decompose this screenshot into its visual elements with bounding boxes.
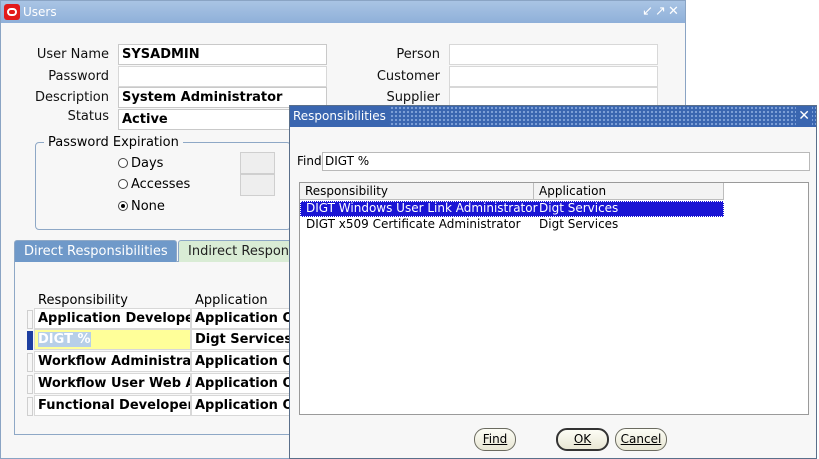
list-cell-application: Digt Services: [539, 217, 619, 231]
application-cell[interactable]: Application Ob: [191, 395, 301, 416]
minimize-icon[interactable]: ↙: [642, 1, 655, 23]
list-row-selected[interactable]: DIGT Windows User Link Administrator Dig…: [300, 201, 724, 217]
list-row[interactable]: DIGT x509 Certificate Administrator Digt…: [300, 217, 724, 233]
lov-title: Responsibilities: [290, 106, 389, 127]
user-name-label: User Name: [36, 47, 109, 62]
radio-days[interactable]: Days: [118, 156, 163, 171]
maximize-icon[interactable]: ↗: [655, 1, 668, 23]
person-label: Person: [396, 47, 440, 62]
radio-days-icon[interactable]: [118, 158, 128, 168]
password-field[interactable]: [118, 66, 327, 87]
list-cell-application: Digt Services: [539, 201, 619, 215]
radio-accesses[interactable]: Accesses: [118, 177, 190, 192]
row-indicator[interactable]: [27, 310, 33, 329]
password-label: Password: [48, 69, 109, 84]
list-cell-responsibility: DIGT Windows User Link Administrator: [306, 201, 538, 215]
window-controls: ↙↗✕: [642, 1, 681, 23]
users-title-bar[interactable]: Users ↙↗✕: [1, 1, 685, 23]
close-icon[interactable]: ✕: [796, 106, 812, 127]
radio-none-label: None: [131, 199, 165, 214]
responsibilities-lov-dialog: Responsibilities ✕ Find DIGT % Responsib…: [289, 105, 817, 459]
ok-button-label: OK: [573, 432, 592, 446]
ok-button[interactable]: OK: [556, 428, 609, 451]
days-input[interactable]: [240, 152, 275, 174]
radio-days-label: Days: [131, 156, 164, 171]
oracle-logo-icon: [4, 4, 20, 20]
application-cell[interactable]: Digt Services: [191, 329, 301, 350]
cancel-button-label: Cancel: [620, 432, 662, 446]
status-label: Status: [67, 109, 109, 124]
lov-title-bar[interactable]: Responsibilities ✕: [290, 106, 816, 127]
list-cell-responsibility: DIGT x509 Certificate Administrator: [306, 217, 521, 231]
find-button[interactable]: Find: [474, 428, 516, 451]
row-indicator[interactable]: [27, 397, 33, 416]
results-list[interactable]: Responsibility Application DIGT Windows …: [299, 182, 809, 415]
responsibility-cell-text: DIGT %: [38, 332, 91, 347]
row-indicator[interactable]: [27, 375, 33, 394]
responsibility-cell[interactable]: Functional Developer: [34, 395, 191, 416]
responsibility-cell[interactable]: Workflow User Web A: [34, 373, 191, 394]
radio-none[interactable]: None: [118, 199, 165, 214]
application-cell[interactable]: Application Ob: [191, 351, 301, 372]
supplier-label: Supplier: [386, 90, 440, 105]
row-indicator[interactable]: [27, 353, 33, 372]
customer-field[interactable]: [449, 66, 658, 87]
tab-direct-responsibilities[interactable]: Direct Responsibilities: [14, 240, 177, 262]
find-input[interactable]: DIGT %: [322, 152, 810, 171]
radio-accesses-label: Accesses: [131, 177, 191, 192]
description-label: Description: [34, 90, 109, 105]
user-name-field[interactable]: SYSADMIN: [118, 44, 327, 65]
responsibility-column-header: Responsibility: [38, 293, 128, 308]
responsibility-cell[interactable]: Application Developer: [34, 308, 191, 329]
window-title: Users: [23, 5, 57, 19]
responsibility-cell[interactable]: Workflow Administrator: [34, 351, 191, 372]
accesses-input[interactable]: [240, 174, 275, 196]
password-expiration-legend: Password Expiration: [44, 135, 183, 150]
application-cell[interactable]: Application Ob: [191, 308, 301, 329]
customer-label: Customer: [376, 69, 440, 84]
radio-none-icon[interactable]: [118, 201, 128, 211]
radio-accesses-icon[interactable]: [118, 179, 128, 189]
find-button-label: Find: [482, 432, 508, 446]
close-icon[interactable]: ✕: [668, 1, 681, 23]
application-cell[interactable]: Application Ob: [191, 373, 301, 394]
application-column-header: Application: [195, 293, 268, 308]
row-indicator-current[interactable]: [27, 331, 33, 350]
list-header-responsibility[interactable]: Responsibility: [300, 183, 534, 200]
person-field[interactable]: [449, 44, 658, 65]
cancel-button[interactable]: Cancel: [615, 428, 667, 451]
find-label: Find: [297, 154, 322, 168]
list-header-application[interactable]: Application: [534, 183, 724, 200]
responsibility-cell-current[interactable]: DIGT %: [34, 329, 191, 350]
